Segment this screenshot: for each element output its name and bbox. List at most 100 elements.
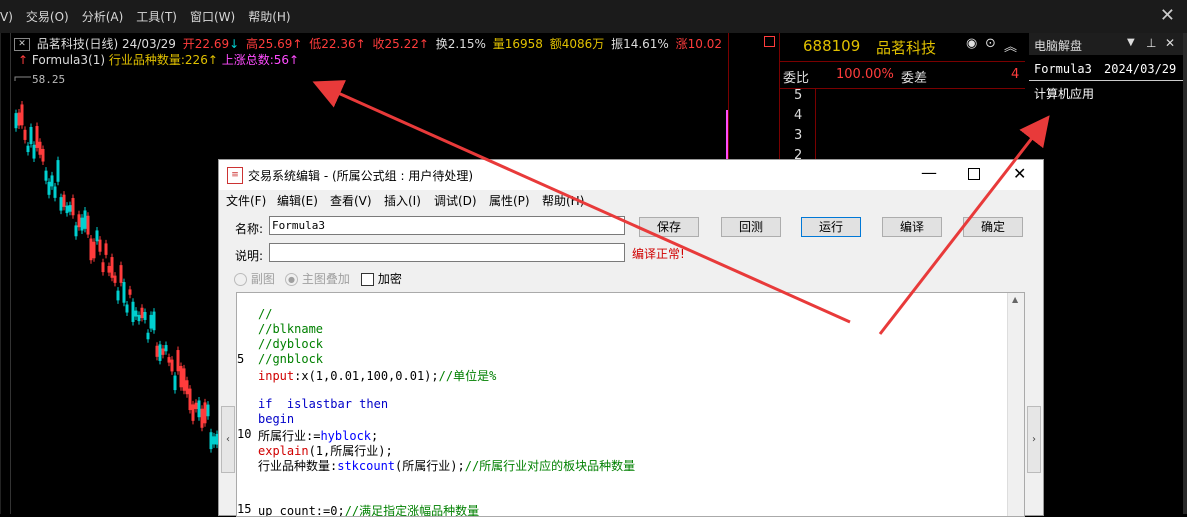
change-percent: 涨10.02 bbox=[675, 37, 723, 51]
close-price: 收25.22↑ bbox=[372, 37, 429, 51]
dlg-menu-help[interactable]: 帮助(H) bbox=[542, 192, 584, 209]
indicator-square-icon[interactable] bbox=[764, 36, 775, 47]
up-total: 上涨总数:56 bbox=[221, 53, 290, 67]
dialog-close-icon[interactable]: ✕ bbox=[1013, 164, 1026, 183]
main-menubar: V) 交易(O) 分析(A) 工具(T) 窗口(W) 帮助(H) ✕ bbox=[0, 0, 1187, 33]
maximize-icon[interactable] bbox=[968, 168, 980, 180]
industry-count: 行业品种数量:226 bbox=[108, 53, 208, 67]
refresh-icon[interactable]: ⊙ bbox=[985, 36, 996, 51]
candle-body bbox=[50, 175, 54, 187]
code-line: //gnblock bbox=[258, 352, 324, 366]
candle-body bbox=[26, 145, 30, 153]
weibi-row: 委比 100.00% 委差 4 bbox=[780, 62, 1025, 89]
menu-item-trade[interactable]: 交易(O) bbox=[26, 8, 69, 25]
code-line: // bbox=[258, 307, 273, 321]
candle-body bbox=[206, 404, 210, 417]
candle-body bbox=[83, 210, 87, 229]
dropdown-icon[interactable]: ▼ bbox=[1127, 37, 1135, 48]
dlg-menu-debug[interactable]: 调试(D) bbox=[434, 192, 477, 209]
candle-body bbox=[44, 170, 48, 181]
candle-body bbox=[95, 230, 99, 242]
desc-label: 说明: bbox=[235, 249, 264, 263]
panel-title: 电脑解盘 bbox=[1034, 39, 1083, 53]
stock-name-date: 品茗科技(日线) 24/03/29 bbox=[36, 37, 176, 51]
line-number: 10 bbox=[237, 427, 252, 441]
candle-body bbox=[116, 290, 120, 301]
minimize-icon[interactable]: — bbox=[921, 163, 937, 182]
candle-body bbox=[173, 375, 177, 391]
up-arrow-icon: ↑ bbox=[18, 53, 29, 67]
scroll-left-button[interactable]: ‹ bbox=[221, 406, 235, 473]
candle-body bbox=[59, 197, 63, 211]
chart-mode-icon[interactable]: ✕ bbox=[14, 38, 30, 51]
candle-body bbox=[152, 311, 156, 331]
app-icon: ≡ bbox=[227, 167, 243, 184]
formula-name: Formula3(1) bbox=[31, 53, 106, 67]
weibi-label: 委比 bbox=[783, 71, 810, 86]
code-line: input:x(1,0.01,100,0.01);//单位是% bbox=[258, 369, 497, 383]
description-input[interactable] bbox=[269, 243, 625, 262]
backtest-button[interactable]: 回测 bbox=[721, 217, 781, 237]
ok-button[interactable]: 确定 bbox=[963, 217, 1023, 237]
candle-body bbox=[29, 126, 33, 145]
candle-body bbox=[53, 186, 57, 198]
menu-item-window[interactable]: 窗口(W) bbox=[190, 8, 235, 25]
menu-item-analysis[interactable]: 分析(A) bbox=[82, 8, 124, 25]
stock-code: 688109 bbox=[803, 37, 861, 55]
run-button[interactable]: 运行 bbox=[801, 217, 861, 237]
volume: 量16958 bbox=[492, 37, 543, 51]
close-icon[interactable]: ✕ bbox=[1160, 7, 1175, 25]
name-input[interactable] bbox=[269, 216, 625, 235]
trading-system-editor-dialog: ≡ 交易系统编辑 - (所属公式组 : 用户待处理) — ✕ 文件(F) 编辑(… bbox=[218, 159, 1044, 517]
candle-body bbox=[146, 332, 150, 340]
code-editor[interactable]: ////blkname//dyblock 5 //gnblock input:x(1,… bbox=[236, 292, 1025, 517]
amplitude: 振14.61% bbox=[611, 37, 669, 51]
candle-body bbox=[143, 311, 147, 320]
radio-icon bbox=[234, 273, 247, 286]
candle-body bbox=[164, 345, 168, 352]
right-scroll-edge bbox=[1183, 33, 1187, 514]
panel-close-icon[interactable]: ✕ bbox=[1165, 36, 1175, 50]
candle-body bbox=[122, 282, 126, 303]
radio-main-overlay[interactable]: ● 主图叠加 bbox=[285, 270, 350, 287]
dlg-menu-property[interactable]: 属性(P) bbox=[489, 192, 530, 209]
radio-selected-icon: ● bbox=[285, 273, 298, 286]
vertical-scrollbar[interactable]: ▲ bbox=[1007, 293, 1024, 516]
pin-icon[interactable]: ⊥ bbox=[1146, 36, 1156, 50]
menu-item-help[interactable]: 帮助(H) bbox=[248, 8, 290, 25]
name-label: 名称: bbox=[235, 222, 264, 236]
dlg-menu-edit[interactable]: 编辑(E) bbox=[277, 192, 318, 209]
collapse-icon[interactable]: ︽ bbox=[1004, 36, 1017, 55]
settings-icon[interactable]: ◉ bbox=[966, 36, 977, 51]
dialog-title: 交易系统编辑 - (所属公式组 : 用户待处理) bbox=[248, 169, 473, 183]
candle-body bbox=[65, 205, 69, 214]
quote-header: 688109 品茗科技 ◉ ⊙ ︽ bbox=[780, 33, 1025, 62]
menu-item-tools[interactable]: 工具(T) bbox=[136, 8, 177, 25]
dlg-menu-insert[interactable]: 插入(I) bbox=[384, 192, 421, 209]
weibi-value: 100.00% bbox=[836, 67, 894, 82]
candle-body bbox=[209, 432, 213, 450]
panel-info-row: Formula3 2024/03/29 bbox=[1029, 59, 1187, 81]
candle-body bbox=[197, 400, 201, 418]
scroll-right-button[interactable]: › bbox=[1027, 406, 1041, 473]
candle-body bbox=[137, 314, 141, 322]
candle-body bbox=[125, 304, 129, 313]
candle-body bbox=[74, 225, 78, 237]
encrypt-checkbox[interactable]: 加密 bbox=[361, 270, 402, 287]
save-button[interactable]: 保存 bbox=[639, 217, 699, 237]
candle-body bbox=[32, 144, 36, 159]
dlg-menu-file[interactable]: 文件(F) bbox=[226, 192, 266, 209]
compile-button[interactable]: 编译 bbox=[882, 217, 942, 237]
sell-level: 4 bbox=[794, 108, 803, 123]
high-price: 高25.69↑ bbox=[245, 37, 303, 51]
line-number: 5 bbox=[237, 352, 245, 366]
code-line: 行业品种数量:stkcount(所属行业);//所属行业对应的板块品种数量 bbox=[258, 459, 636, 473]
radio-sub-chart[interactable]: 副图 bbox=[234, 270, 275, 287]
weicha-label: 委差 bbox=[901, 71, 928, 86]
candle-body bbox=[158, 344, 162, 361]
sell-level: 3 bbox=[794, 128, 803, 143]
menu-item-view[interactable]: V) bbox=[0, 10, 13, 24]
dlg-menu-view[interactable]: 查看(V) bbox=[330, 192, 372, 209]
dialog-menubar: 文件(F) 编辑(E) 查看(V) 插入(I) 调试(D) 属性(P) 帮助(H… bbox=[219, 190, 1043, 210]
scroll-up-icon[interactable]: ▲ bbox=[1012, 295, 1018, 304]
